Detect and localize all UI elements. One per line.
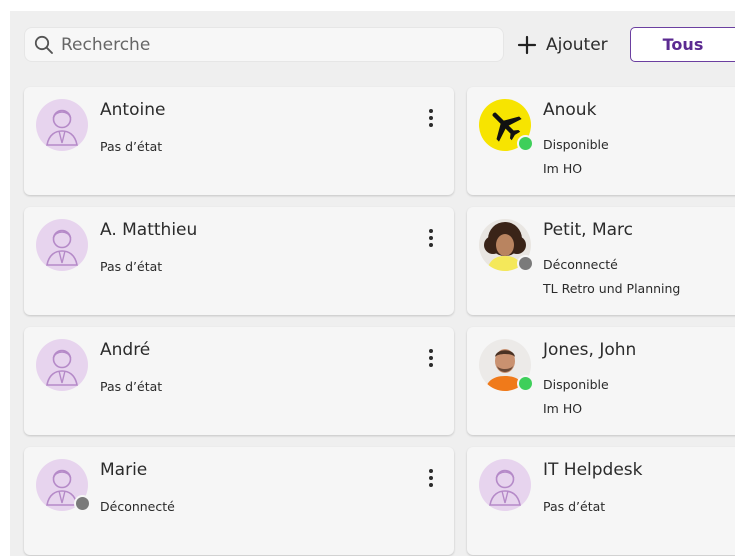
contact-card-it-helpdesk[interactable]: IT Helpdesk Pas d’état [467,447,735,555]
add-contact-label: Ajouter [546,34,608,55]
contact-status: Pas d’état [100,379,163,394]
contact-name: IT Helpdesk [543,460,643,480]
available-status-dot [517,375,534,392]
search-box[interactable] [24,27,504,62]
contact-status: Pas d’état [100,259,163,274]
available-status-dot [517,135,534,152]
contact-status: Déconnecté [100,499,175,514]
contact-name: Antoine [100,100,166,120]
airplane-icon [479,99,534,152]
offline-status-dot [74,495,91,512]
contact-name: André [100,340,151,360]
contact-name: Anouk [543,100,597,120]
contact-name: Jones, John [543,340,637,360]
filter-all-button[interactable]: Tous [630,27,735,62]
add-contact-button[interactable]: Ajouter [516,27,608,62]
contact-name: Petit, Marc [543,220,634,240]
more-options-icon[interactable] [422,105,440,131]
contact-status: Déconnecté [543,257,618,272]
contact-card-marie[interactable]: Marie Déconnecté [24,447,454,555]
contact-status: Disponible [543,137,609,152]
contact-name: A. Matthieu [100,220,198,240]
contact-note: TL Retro und Planning [543,281,681,296]
person-placeholder-icon [36,219,88,271]
person-placeholder-icon [479,459,531,511]
person-placeholder-icon [36,99,88,151]
contact-card-jones-john[interactable]: Jones, John Disponible Im HO [467,327,735,435]
search-icon [33,34,55,56]
contact-status: Pas d’état [543,499,606,514]
photo-avatar [479,219,534,272]
contact-note: Im HO [543,161,583,176]
contact-card-anouk[interactable]: Anouk Disponible Im HO [467,87,735,195]
contacts-panel: Ajouter Tous Antoine Pas d’état [10,11,735,556]
contact-card-a-matthieu[interactable]: A. Matthieu Pas d’état [24,207,454,315]
contact-card-andre[interactable]: André Pas d’état [24,327,454,435]
plus-icon [516,34,538,56]
more-options-icon[interactable] [422,225,440,251]
person-placeholder-icon [36,459,91,512]
contact-status: Pas d’état [100,139,163,154]
contact-card-antoine[interactable]: Antoine Pas d’état [24,87,454,195]
offline-status-dot [517,255,534,272]
contact-card-petit-marc[interactable]: Petit, Marc Déconnecté TL Retro und Plan… [467,207,735,315]
photo-avatar [479,339,534,392]
person-placeholder-icon [36,339,88,391]
contact-note: Im HO [543,401,583,416]
more-options-icon[interactable] [422,345,440,371]
search-input[interactable] [61,34,481,55]
more-options-icon[interactable] [422,465,440,491]
contact-status: Disponible [543,377,609,392]
contact-name: Marie [100,460,148,480]
